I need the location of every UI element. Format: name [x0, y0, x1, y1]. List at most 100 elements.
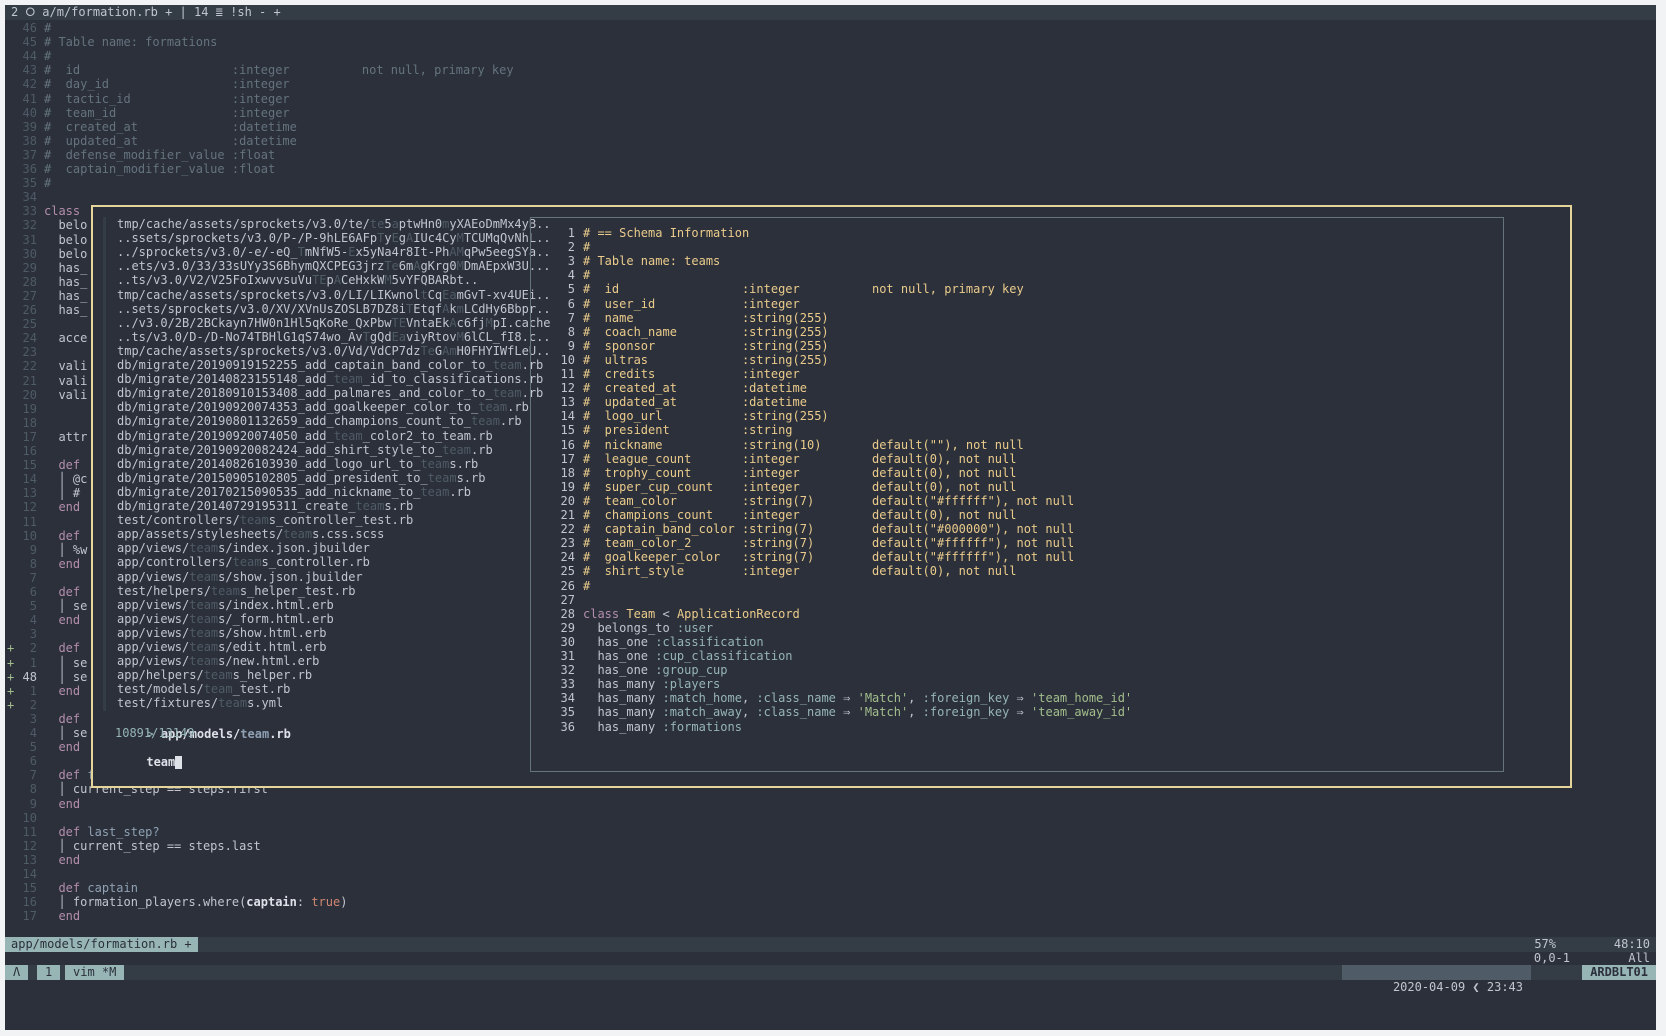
line-number: 10 — [22, 528, 37, 543]
file-result-item[interactable]: db/migrate/20190920074050_add_team_color… — [103, 428, 538, 444]
tabline[interactable]: 2 ⭘ a/m/formation.rb + | 14 ≣ !sh - + — [5, 5, 1656, 20]
file-result-item[interactable]: db/migrate/20150905102805_add_president_… — [103, 470, 538, 486]
file-result-item[interactable]: db/migrate/20140826103930_add_logo_url_t… — [103, 456, 538, 472]
file-result-item[interactable]: ..ts/v3.0/V2/V25FoIxwvvsuVuTEpACeHxkWM5v… — [103, 273, 538, 289]
line-number: 13 — [22, 852, 37, 867]
selection-gutter — [103, 358, 106, 373]
line-number: 46 — [22, 21, 37, 35]
selection-gutter — [103, 640, 106, 655]
selection-gutter — [103, 428, 106, 444]
file-result-item[interactable]: db/migrate/20190920074353_add_goalkeeper… — [103, 400, 538, 416]
tmux-window-name[interactable]: vim *M — [65, 965, 125, 980]
preview-line-number: 35 — [560, 705, 575, 720]
line-number: 37 — [22, 147, 37, 162]
selection-gutter — [103, 484, 106, 500]
search-prompt[interactable]: team — [103, 740, 538, 769]
file-result-item[interactable]: app/views/teams/new.html.erb — [103, 654, 538, 670]
file-result-item[interactable]: app/assets/stylesheets/teams.css.scss — [103, 527, 538, 543]
code-text: def — [44, 528, 81, 543]
file-result-item[interactable]: db/migrate/20140729195311_create_teams.r… — [103, 499, 538, 514]
file-result-item[interactable]: test/fixtures/teams.yml — [103, 696, 538, 712]
selected-file-result[interactable]: > app/models/team.rb — [103, 712, 538, 741]
code-text: # — [44, 176, 52, 191]
code-text: # day_id :integer — [44, 77, 290, 92]
file-result-item[interactable]: app/views/teams/show.json.jbuilder — [103, 569, 538, 585]
file-result-item[interactable]: db/migrate/20190920082424_add_shirt_styl… — [103, 442, 538, 458]
file-result-item[interactable]: ..sets/sprockets/v3.0/XV/XVnUsZOSLB7DZ8i… — [103, 301, 551, 317]
line-number: 11 — [22, 514, 37, 529]
line-number: 17 — [22, 909, 37, 924]
code-text: │ se — [44, 599, 88, 614]
file-result-item[interactable]: ..ssets/sprockets/v3.0/P-/P-9hLE6AFpTyEg… — [103, 231, 551, 247]
code-text: │ @c — [44, 472, 88, 487]
line-number: 22 — [22, 359, 37, 374]
file-result-item[interactable]: tmp/cache/assets/sprockets/v3.0/Vd/VdCP7… — [103, 343, 551, 359]
preview-line: 1 # == Schema Information — [539, 226, 749, 241]
file-path: app/views/teams/index.html.erb — [117, 597, 334, 612]
line-number: 21 — [22, 373, 37, 388]
line-number: 42 — [22, 77, 37, 92]
file-result-item[interactable]: db/migrate/20190919152255_add_captain_ba… — [103, 358, 543, 373]
preview-line-number: 14 — [560, 409, 575, 424]
file-result-item[interactable]: app/helpers/teams_helper.rb — [103, 668, 538, 684]
line-number: 16 — [22, 444, 37, 458]
statusline-filename: app/models/formation.rb + — [5, 937, 198, 952]
line-number: 26 — [22, 303, 37, 317]
file-result-item[interactable]: tmp/cache/assets/sprockets/v3.0/te/te5ap… — [103, 217, 551, 232]
file-path: tmp/cache/assets/sprockets/v3.0/LI/LIKwn… — [117, 287, 551, 302]
selection-gutter — [103, 597, 106, 613]
selection-gutter — [103, 414, 106, 430]
line-number: 8 — [29, 782, 37, 797]
selection-gutter — [103, 217, 106, 232]
tmux-hostname: ARDBLT01 — [1582, 965, 1656, 980]
preview-line-number: 1 — [567, 226, 575, 240]
file-path: tmp/cache/assets/sprockets/v3.0/Vd/VdCP7… — [117, 343, 551, 358]
code-text: │ %w — [44, 542, 88, 557]
file-result-item[interactable]: ../v3.0/2B/2BCkayn7HW0n1Hl5qKoRe_QxPbwTE… — [103, 315, 551, 331]
line-number: 13 — [22, 486, 37, 501]
file-result-item[interactable]: ../sprockets/v3.0/-e/-eQ_TmNfW5-Ex5yNa4r… — [103, 245, 551, 261]
tmux-window-index[interactable]: 1 — [37, 965, 61, 980]
preview-line-number: 3 — [567, 254, 575, 269]
file-result-item[interactable]: app/controllers/teams_controller.rb — [103, 555, 538, 571]
file-result-item[interactable]: ..ts/v3.0/D-/D-No74TBHlG1qS74wo_AvTgQdEa… — [103, 329, 551, 345]
file-path: db/migrate/20140823155148_add_team_id_to… — [117, 372, 544, 387]
file-result-item[interactable]: app/views/teams/index.html.erb — [103, 597, 538, 613]
selection-gutter — [103, 682, 106, 698]
file-path: db/migrate/20170215090535_add_nickname_t… — [117, 484, 472, 499]
file-result-item[interactable]: db/migrate/20140823155148_add_team_id_to… — [103, 372, 543, 388]
file-result-item[interactable]: db/migrate/20180910153408_add_palmares_a… — [103, 386, 543, 402]
line-number: 7 — [29, 768, 37, 783]
file-path: ../v3.0/2B/2BCkayn7HW0n1Hl5qKoRe_QxPbwTE… — [117, 315, 551, 330]
file-result-item[interactable]: tmp/cache/assets/sprockets/v3.0/LI/LIKwn… — [103, 287, 551, 303]
file-result-item[interactable]: db/migrate/20170215090535_add_nickname_t… — [103, 484, 538, 500]
file-result-item[interactable]: db/migrate/20190801132659_add_champions_… — [103, 414, 538, 430]
preview-line-number: 33 — [560, 677, 575, 692]
code-text: # updated_at :datetime — [44, 133, 297, 148]
file-path: test/controllers/teams_controller_test.r… — [117, 513, 414, 528]
preview-line: 10 # ultras :string(255) — [539, 353, 829, 368]
file-result-item[interactable]: test/helpers/teams_helper_test.rb — [103, 583, 538, 599]
selection-gutter — [103, 245, 106, 261]
file-result-item[interactable]: app/views/teams/show.html.erb — [103, 625, 538, 641]
code-text: def — [44, 585, 81, 599]
selection-gutter — [103, 668, 106, 684]
code-text: vali — [44, 373, 88, 388]
file-result-item[interactable]: app/views/teams/index.json.jbuilder — [103, 541, 538, 557]
preview-line-number: 29 — [560, 620, 575, 635]
search-input[interactable]: team — [146, 755, 175, 769]
code-text: │ current_step == steps.last — [44, 838, 261, 853]
file-path: app/helpers/teams_helper.rb — [117, 668, 313, 683]
file-result-item[interactable]: test/controllers/teams_controller_test.r… — [103, 513, 538, 529]
file-result-item[interactable]: app/views/teams/_form.html.erb — [103, 611, 538, 627]
file-result-item[interactable]: ..ets/v3.0/33/33sUYy3S6BhymQXCPEG3jrzTe6… — [103, 259, 551, 275]
line-number: 27 — [22, 288, 37, 303]
selection-gutter — [103, 259, 106, 275]
line-number: 19 — [22, 401, 37, 416]
preview-line-number: 25 — [560, 564, 575, 579]
file-result-item[interactable]: app/views/teams/edit.html.erb — [103, 640, 538, 655]
code-text: has_ — [44, 260, 88, 275]
preview-line: 17 # league_count :integer default(0), no… — [539, 452, 1017, 467]
git-added-sign: + — [7, 641, 15, 656]
file-result-item[interactable]: test/models/team_test.rb — [103, 682, 538, 698]
